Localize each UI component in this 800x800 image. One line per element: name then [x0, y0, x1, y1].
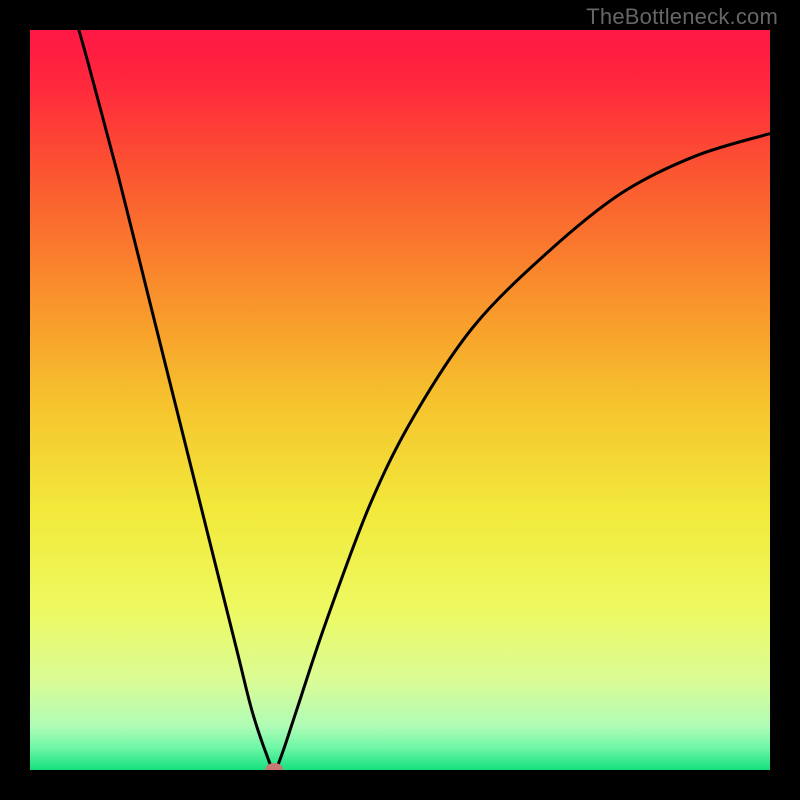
plot-area: [30, 30, 770, 770]
gradient-background: [30, 30, 770, 770]
bottleneck-chart: [30, 30, 770, 770]
chart-frame: TheBottleneck.com: [0, 0, 800, 800]
watermark-text: TheBottleneck.com: [586, 4, 778, 30]
